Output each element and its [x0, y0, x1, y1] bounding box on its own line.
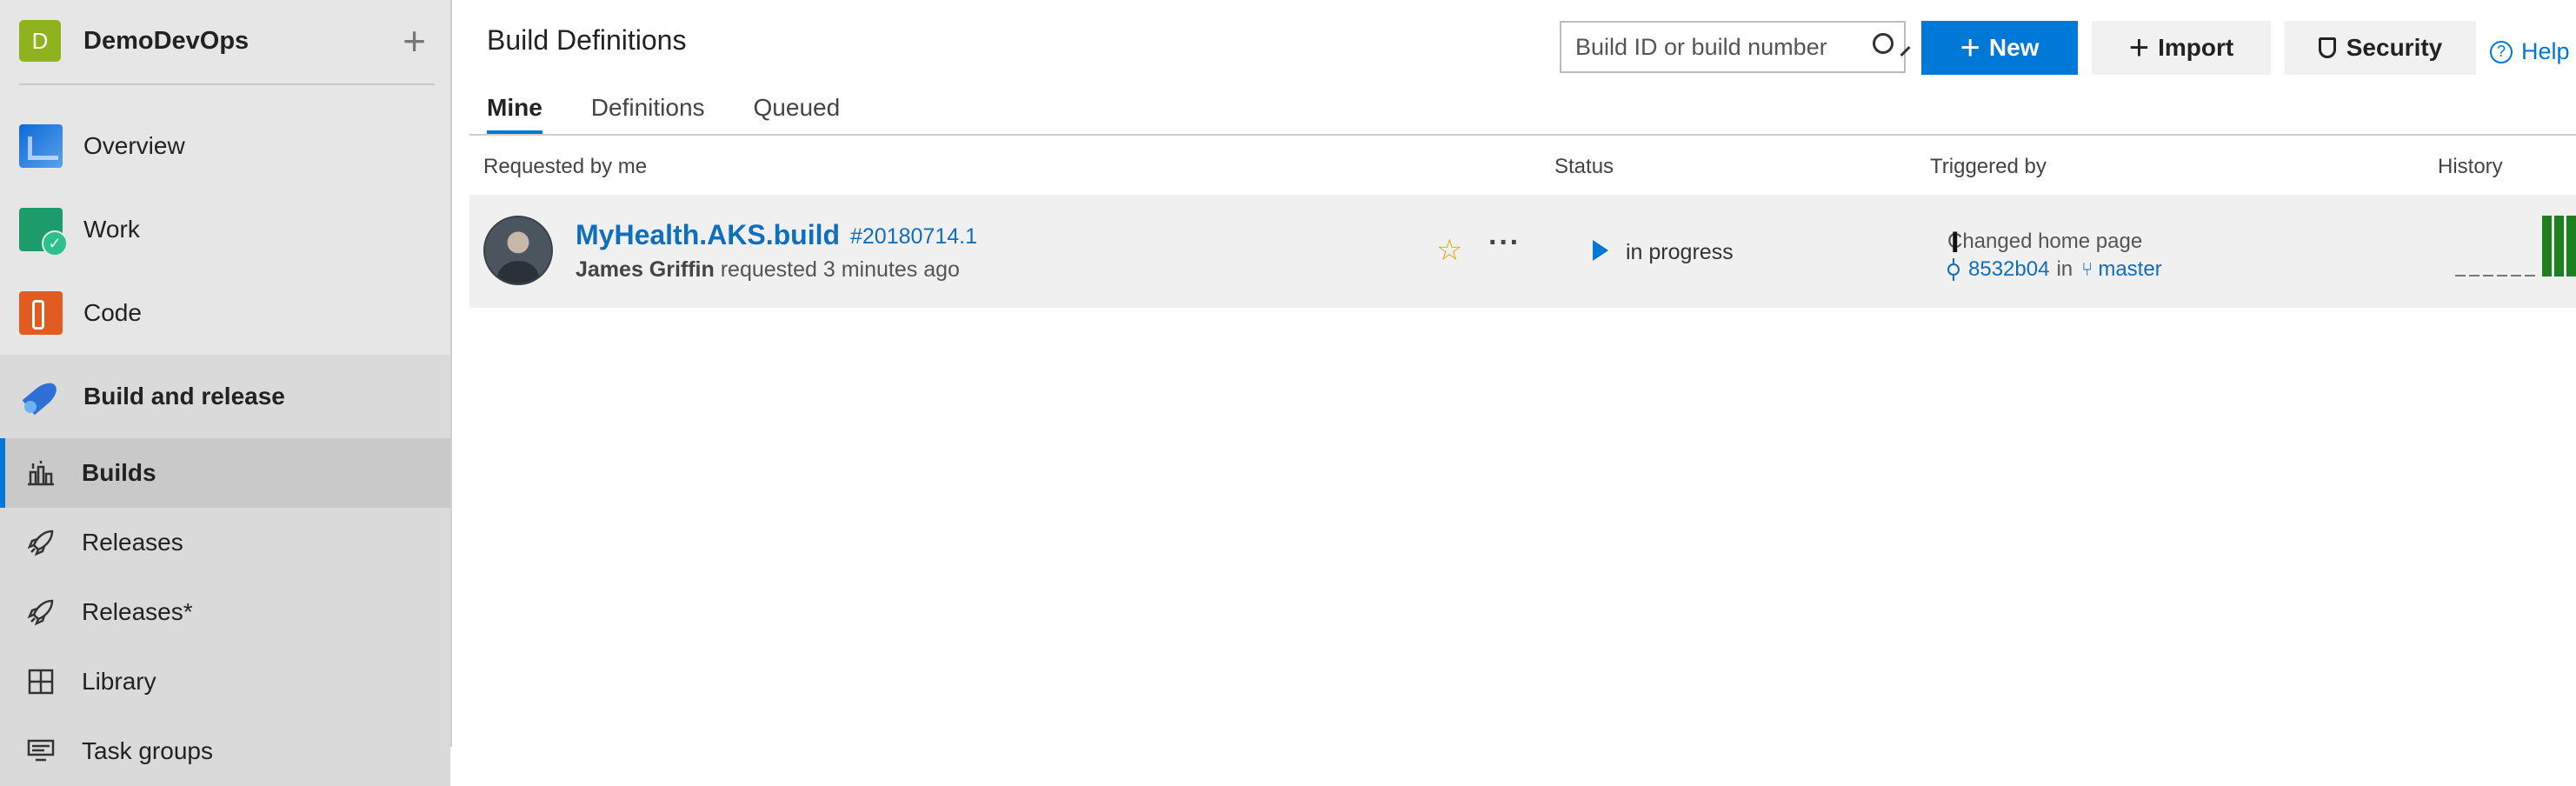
- in-label: in: [2056, 257, 2073, 281]
- requested-info: James Griffin requested 3 minutes ago: [576, 257, 960, 283]
- history-empty: [2483, 275, 2493, 276]
- history-empty: [2497, 275, 2507, 276]
- tab-mine[interactable]: Mine: [487, 94, 542, 134]
- sidebar-item-releases-preview[interactable]: Releases*: [0, 577, 450, 647]
- history-bar[interactable]: [2554, 216, 2564, 276]
- sidebar-item-code[interactable]: Code: [0, 271, 450, 355]
- history-bar[interactable]: [2542, 216, 2552, 276]
- sidebar-nav: Overview Work Code Build and release Bui…: [0, 104, 450, 786]
- definition-link[interactable]: MyHealth.AKS.build: [576, 219, 840, 251]
- tab-definitions[interactable]: Definitions: [591, 94, 705, 134]
- search-box: [1560, 21, 1906, 73]
- tab-queued[interactable]: Queued: [754, 94, 841, 134]
- library-icon: [26, 667, 56, 696]
- help-link[interactable]: ? Help: [2490, 38, 2570, 65]
- import-button-label: Import: [2158, 34, 2234, 61]
- tab-bar: Mine Definitions Queued: [487, 94, 889, 134]
- new-button[interactable]: + New: [1921, 21, 2078, 75]
- main-content: Build Definitions + New + Import Securit…: [452, 0, 2576, 747]
- commit-icon: [1947, 258, 1960, 281]
- overview-icon: [19, 124, 63, 168]
- build-release-icon: [19, 375, 63, 418]
- sidebar-item-work[interactable]: Work: [0, 188, 450, 271]
- sidebar-item-releases[interactable]: Releases: [0, 508, 450, 577]
- tabs-divider: [469, 134, 2576, 136]
- project-header: D DemoDevOps +: [19, 19, 435, 85]
- trigger-source: 8532b04 in ⑂ master: [1947, 257, 2162, 282]
- sidebar: D DemoDevOps + Overview Work Code Build …: [0, 0, 452, 786]
- builds-icon: [26, 458, 56, 488]
- history-bar[interactable]: [2566, 216, 2576, 276]
- help-icon: ?: [2490, 40, 2513, 63]
- build-release-group: Build and release Builds Releases Releas…: [0, 355, 450, 786]
- column-header-requested: Requested by me: [483, 155, 648, 178]
- requested-time: requested 3 minutes ago: [720, 257, 960, 282]
- more-actions-icon[interactable]: ···: [1488, 226, 1521, 260]
- security-button-label: Security: [2346, 34, 2443, 61]
- history-empty: [2511, 275, 2521, 276]
- task-groups-icon: [26, 736, 56, 766]
- sidebar-item-label: Build and release: [83, 383, 285, 410]
- sidebar-item-label: Library: [82, 668, 156, 695]
- sidebar-item-task-groups[interactable]: Task groups: [0, 716, 450, 786]
- avatar: [483, 216, 553, 285]
- status-text: in progress: [1626, 240, 1734, 264]
- commit-link[interactable]: 8532b04: [1968, 257, 2049, 282]
- history-chart[interactable]: [2452, 195, 2576, 308]
- project-avatar[interactable]: D: [19, 20, 61, 62]
- history-empty: [2469, 275, 2479, 276]
- column-header-triggered: Triggered by: [1930, 155, 2047, 178]
- sidebar-item-label: Work: [83, 216, 140, 243]
- plus-icon[interactable]: +: [403, 21, 426, 61]
- work-icon: [19, 208, 68, 256]
- branch-link[interactable]: master: [2098, 257, 2161, 282]
- sidebar-item-overview[interactable]: Overview: [0, 104, 450, 188]
- rocket-icon: [26, 597, 56, 627]
- commit-message: Changed home page: [1947, 230, 2143, 253]
- sidebar-item-builds[interactable]: Builds: [0, 438, 450, 508]
- page-title: Build Definitions: [487, 24, 687, 56]
- project-name[interactable]: DemoDevOps: [83, 27, 403, 56]
- definition-separator: :: [833, 226, 839, 250]
- plus-icon: +: [2128, 29, 2150, 67]
- plus-icon: +: [1960, 29, 1980, 67]
- star-icon[interactable]: ☆: [1436, 233, 1462, 268]
- new-button-label: New: [1988, 34, 2040, 61]
- play-icon: [1593, 240, 1608, 261]
- rocket-icon: [26, 528, 56, 557]
- import-button[interactable]: + Import: [2092, 21, 2271, 75]
- sidebar-item-label: Code: [83, 299, 142, 326]
- code-icon: [19, 291, 63, 335]
- shield-icon: [2318, 37, 2336, 58]
- help-label: Help: [2521, 38, 2570, 64]
- text-cursor-icon: I: [1951, 226, 1960, 259]
- table-row[interactable]: MyHealth.AKS.build : #20180714.1 James G…: [469, 195, 2576, 308]
- sidebar-item-label: Releases*: [82, 598, 193, 625]
- sidebar-item-label: Releases: [82, 529, 183, 556]
- sidebar-item-build-and-release[interactable]: Build and release: [0, 355, 450, 438]
- column-header-history: History: [2438, 155, 2503, 178]
- sidebar-item-library[interactable]: Library: [0, 647, 450, 716]
- search-input[interactable]: [1561, 23, 1897, 71]
- column-header-status: Status: [1554, 155, 1614, 178]
- sidebar-item-label: Overview: [83, 132, 185, 159]
- history-empty: [2455, 275, 2466, 276]
- branch-icon: ⑂: [2081, 258, 2093, 280]
- sidebar-item-label: Builds: [82, 459, 156, 486]
- sidebar-item-label: Task groups: [82, 737, 213, 764]
- build-number-link[interactable]: #20180714.1: [850, 224, 977, 250]
- security-button[interactable]: Security: [2285, 21, 2476, 75]
- history-empty: [2525, 275, 2535, 276]
- requester-name: James Griffin: [576, 257, 715, 282]
